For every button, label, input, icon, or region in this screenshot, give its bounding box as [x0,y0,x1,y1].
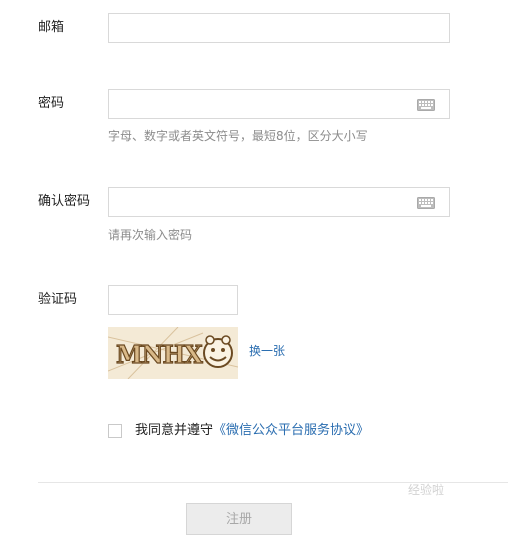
email-input[interactable] [109,14,449,42]
captcha-label: 验证码 [38,292,78,307]
watermark: 经验啦 [408,483,445,497]
confirm-password-label: 确认密码 [38,194,91,209]
captcha-input[interactable] [109,286,237,314]
captcha-image[interactable]: MNHX [107,326,239,380]
password-hint: 字母、数字或者英文符号，最短8位，区分大小写 [108,129,368,143]
password-input[interactable] [109,90,449,118]
confirm-password-hint: 请再次输入密码 [108,228,193,242]
captcha-text: MNHX [116,340,203,369]
password-field-wrap [108,89,450,119]
agree-checkbox[interactable] [108,424,122,438]
keyboard-icon[interactable] [417,99,435,111]
keyboard-icon[interactable] [417,197,435,209]
refresh-captcha-link[interactable]: 换一张 [249,343,285,359]
register-button[interactable]: 注册 [186,503,292,535]
email-field-wrap [108,13,450,43]
confirm-password-input[interactable] [109,188,449,216]
agreement-row: 我同意并遵守《微信公众平台服务协议》 [135,423,369,439]
confirm-password-field-wrap [108,187,450,217]
password-label: 密码 [38,96,65,111]
captcha-field-wrap [108,285,238,315]
agreement-text: 我同意并遵守 [135,423,214,438]
service-agreement-link[interactable]: 《微信公众平台服务协议》 [213,423,369,438]
smiley-face-icon [203,335,233,368]
email-label: 邮箱 [38,20,65,35]
